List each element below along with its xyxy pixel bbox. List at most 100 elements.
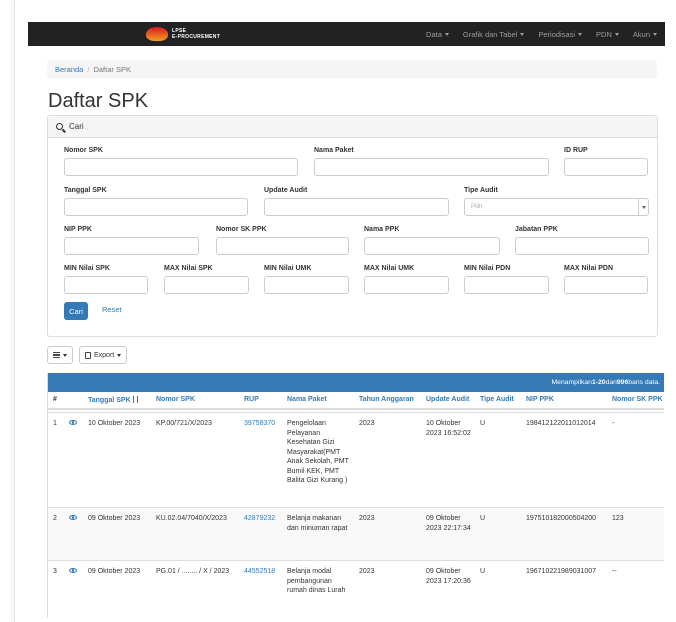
cell-update-audit: 09 Oktober 2023 17:20:36 <box>426 568 471 585</box>
header-rup[interactable]: RUP <box>244 396 259 403</box>
nav-data[interactable]: Data <box>426 30 449 39</box>
cell-tahun: 2023 <box>359 420 375 427</box>
label-min-nilai-spk: MIN Nilai SPK <box>64 265 110 272</box>
nav-grafik-tabel[interactable]: Grafik dan Tabel <box>463 30 525 39</box>
search-icon <box>56 123 63 130</box>
cell-nama-paket: Pengelolaan Pelayanan Kesehatan Gizi Mas… <box>287 420 349 484</box>
label-tipe-audit: Tipe Audit <box>464 187 498 194</box>
brand-logo-link[interactable]: LPSE E-PROCUREMENT <box>146 22 220 46</box>
caret-down-icon <box>63 353 67 357</box>
jabatan-ppk-input[interactable] <box>515 237 649 255</box>
cell-rup-link[interactable]: 44552518 <box>244 567 275 577</box>
label-update-audit: Update Audit <box>264 187 308 194</box>
tanggal-spk-input[interactable] <box>64 198 248 216</box>
cell-tipe-audit: U <box>480 568 486 575</box>
cell-tahun: 2023 <box>359 568 375 575</box>
cell-nip-ppk: 196710221989031007 <box>526 568 597 575</box>
header-tanggal-spk[interactable]: Tanggal SPK <box>88 396 138 404</box>
cell-tanggal: 09 Oktober 2023 <box>88 568 141 575</box>
view-eye-icon[interactable] <box>69 568 77 573</box>
label-id-rup: ID RUP <box>564 147 588 154</box>
header-tahun-anggaran[interactable]: Tahun Anggaran <box>359 396 414 403</box>
nama-ppk-input[interactable] <box>364 237 500 255</box>
caret-down-icon <box>444 33 449 37</box>
column-toggle-button[interactable] <box>47 346 73 364</box>
max-nilai-spk-input[interactable] <box>164 276 249 294</box>
cari-button[interactable]: Cari <box>64 302 88 320</box>
label-nip-ppk: NIP PPK <box>64 226 92 233</box>
cell-tipe-audit: U <box>480 515 486 522</box>
cell-update-audit: 10 Oktober 2023 16:52:02 <box>426 420 471 437</box>
table-row: 3 09 Oktober 2023 PG.01 / ........ / X /… <box>48 560 664 618</box>
table-row: 2 09 Oktober 2023 KU.02.04/7040/X/2023 4… <box>48 507 664 560</box>
label-nama-paket: Nama Paket <box>314 147 354 154</box>
cell-tipe-audit: U <box>480 420 486 427</box>
header-nip-ppk[interactable]: NIP PPK <box>526 396 554 403</box>
max-nilai-pdn-input[interactable] <box>564 276 648 294</box>
cell-tahun: 2023 <box>359 515 375 522</box>
caret-down-icon <box>614 33 619 37</box>
min-nilai-spk-input[interactable] <box>64 276 148 294</box>
table-toolbar: Export <box>47 346 128 364</box>
nav-pdn[interactable]: PDN <box>596 30 619 39</box>
top-navbar: LPSE E-PROCUREMENT Data Grafik dan Tabel… <box>28 22 665 46</box>
label-max-nilai-pdn: MAX Nilai PDN <box>564 265 614 272</box>
list-icon <box>53 352 60 358</box>
header-tipe-audit[interactable]: Tipe Audit <box>480 396 514 403</box>
view-eye-icon[interactable] <box>69 420 77 425</box>
min-nilai-pdn-input[interactable] <box>464 276 549 294</box>
cell-no: 1 <box>53 420 57 427</box>
label-nomor-sk-ppk: Nomor SK PPK <box>216 226 267 233</box>
export-button[interactable]: Export <box>79 346 128 364</box>
cell-update-audit: 09 Oktober 2023 22:17:34 <box>426 515 471 532</box>
cell-tanggal: 10 Oktober 2023 <box>88 420 141 427</box>
label-max-nilai-umk: MAX Nilai UMK <box>364 265 415 272</box>
cell-nomor-sk: -- <box>612 568 617 575</box>
table-summary-bar: Menampilkan 1-20 dari 996 baris data. <box>48 373 664 392</box>
nav-periodisasi[interactable]: Periodisasi <box>538 30 583 39</box>
cell-nomor-spk: PG.01 / ........ / X / 2023 <box>156 568 230 575</box>
caret-down-icon <box>117 353 122 357</box>
nip-ppk-input[interactable] <box>64 237 199 255</box>
cell-nip-ppk: 197510182000504200 <box>526 515 597 522</box>
label-min-nilai-umk: MIN Nilai UMK <box>264 265 312 272</box>
label-nama-ppk: Nama PPK <box>364 226 400 233</box>
reset-link[interactable]: Reset <box>102 305 122 314</box>
min-nilai-umk-input[interactable] <box>264 276 349 294</box>
cell-nomor-sk: - <box>612 420 615 427</box>
header-nomor-sk-ppk[interactable]: Nomor SK PPK <box>612 396 663 403</box>
table-header: # Tanggal SPK Nomor SPK RUP Nama Paket T… <box>48 392 664 410</box>
nomor-sk-ppk-input[interactable] <box>216 237 349 255</box>
max-nilai-umk-input[interactable] <box>364 276 449 294</box>
cell-nomor-sk: 123 <box>612 515 624 522</box>
breadcrumb-separator: / <box>87 64 90 74</box>
header-nama-paket[interactable]: Nama Paket <box>287 396 327 403</box>
cell-tanggal: 09 Oktober 2023 <box>88 515 141 522</box>
cell-nomor-spk: KU.02.04/7040/X/2023 <box>156 515 227 522</box>
spk-table: Menampilkan 1-20 dari 996 baris data. # … <box>47 373 664 618</box>
label-min-nilai-pdn: MIN Nilai PDN <box>464 265 511 272</box>
caret-down-icon <box>520 33 525 37</box>
update-audit-input[interactable] <box>264 198 449 216</box>
header-nomor-spk[interactable]: Nomor SPK <box>156 396 195 403</box>
cell-no: 2 <box>53 515 57 522</box>
nomor-spk-input[interactable] <box>64 158 298 176</box>
id-rup-input[interactable] <box>564 158 648 176</box>
tipe-audit-select[interactable]: Pilih <box>464 198 649 216</box>
cell-rup-link[interactable]: 39758370 <box>244 419 275 429</box>
caret-down-icon <box>578 33 583 37</box>
cell-nama-paket: Belanja modal pembangunan rumah dinas Lu… <box>287 568 346 594</box>
nama-paket-input[interactable] <box>314 158 549 176</box>
nav-akun[interactable]: Akun <box>633 30 657 39</box>
cell-rup-link[interactable]: 42879232 <box>244 514 275 524</box>
breadcrumb-current: Daftar SPK <box>93 64 131 74</box>
cell-no: 3 <box>53 568 57 575</box>
caret-down-icon <box>653 33 657 37</box>
search-panel-heading: Cari <box>48 116 657 138</box>
view-eye-icon[interactable] <box>69 515 77 520</box>
page-title: Daftar SPK <box>48 90 149 112</box>
cell-nomor-spk: KP.00/721/X/2023 <box>156 420 212 427</box>
table-row: 1 10 Oktober 2023 KP.00/721/X/2023 39758… <box>48 412 664 507</box>
breadcrumb-home-link[interactable]: Beranda <box>55 65 83 74</box>
header-update-audit[interactable]: Update Audit <box>426 396 469 403</box>
